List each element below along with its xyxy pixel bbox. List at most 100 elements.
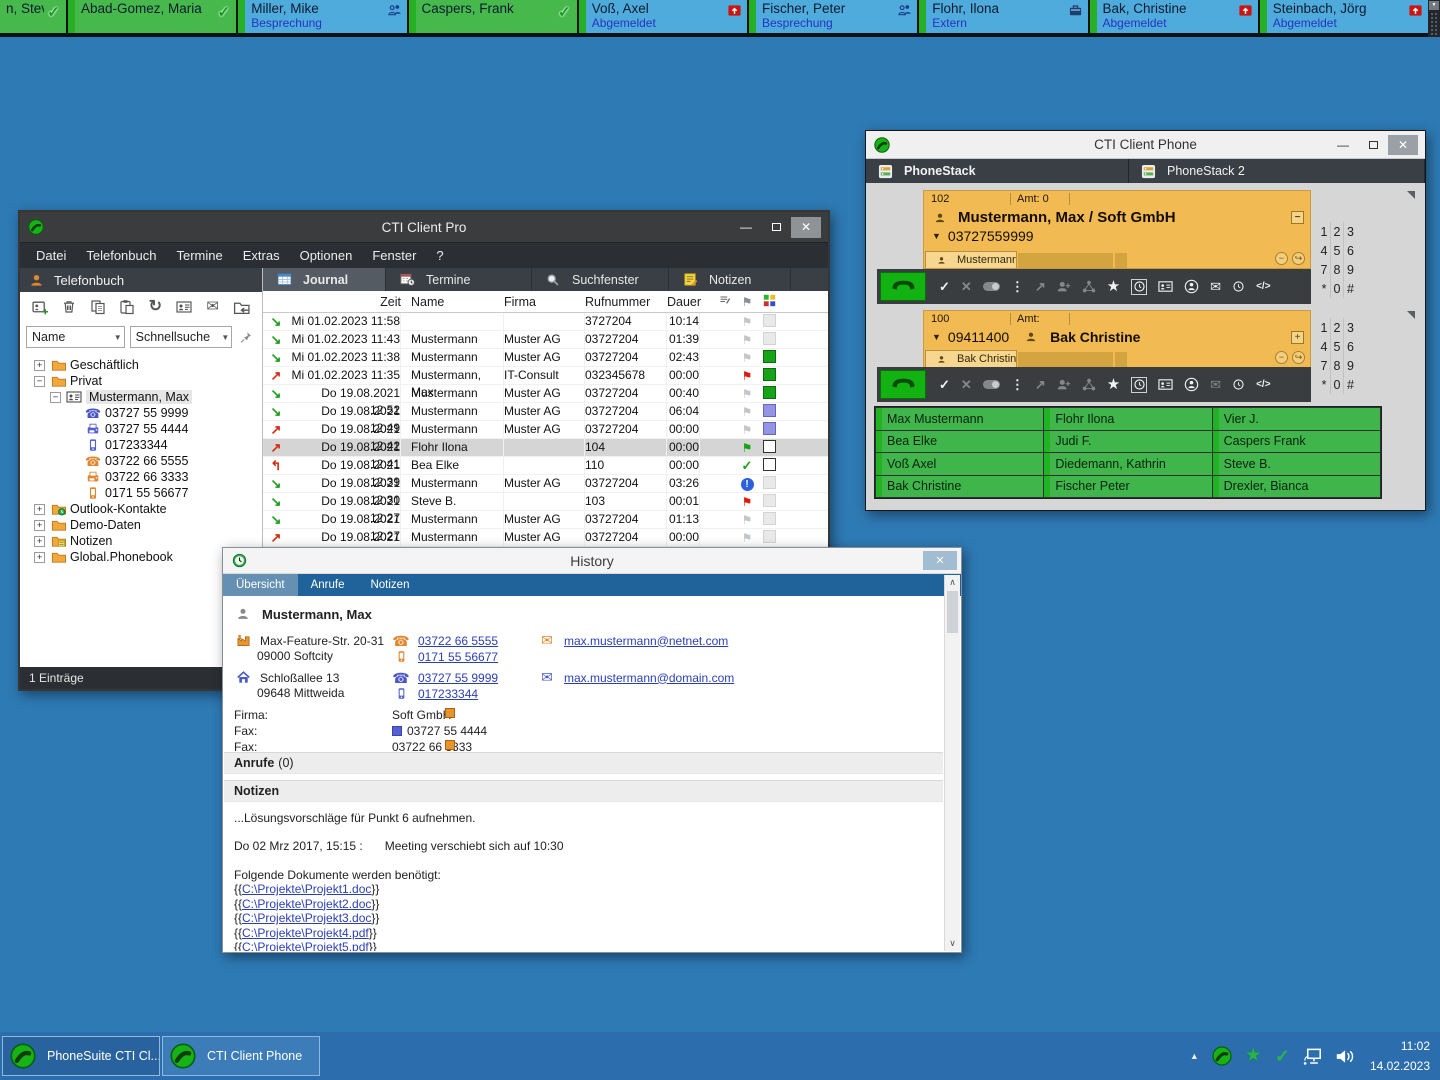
add-participant-icon[interactable] — [1057, 280, 1071, 294]
dialpad-key-3[interactable]: 3 — [1344, 222, 1357, 241]
corner-handle-icon[interactable] — [1407, 191, 1415, 199]
taskbar-button[interactable]: PhoneSuite CTI Cl... — [2, 1036, 160, 1076]
category-icon[interactable] — [758, 404, 780, 420]
tab-phonestack1[interactable]: PhoneStack — [866, 159, 1129, 183]
delete-icon[interactable] — [60, 298, 79, 317]
tree-item[interactable]: 03722 66 3333 — [20, 469, 262, 485]
minimize-icon[interactable]: — — [731, 217, 761, 238]
transfer-icon[interactable]: ↗ — [1035, 378, 1046, 391]
journal-row[interactable]: ↘Mi 01.02.2023 11:43MustermannMuster AG0… — [263, 331, 828, 349]
flag-red-icon[interactable]: ⚑ — [736, 369, 758, 383]
minus-circle-icon[interactable]: − — [1275, 252, 1288, 265]
document-link[interactable]: C:\Projekte\Projekt3.doc — [242, 911, 371, 925]
category-icon[interactable] — [758, 368, 780, 384]
check-icon[interactable]: ✓ — [1275, 1047, 1290, 1065]
dialpad-key-9[interactable]: 9 — [1344, 260, 1357, 279]
category-icon[interactable] — [758, 386, 780, 402]
document-link[interactable]: C:\Projekte\Projekt1.doc — [242, 882, 371, 896]
flag-gray-icon[interactable]: ⚑ — [736, 315, 758, 329]
dialpad-key-9[interactable]: 9 — [1344, 356, 1357, 375]
journal-row[interactable]: ↗Do 19.08.2021 12:42MustermannMuster AG0… — [263, 421, 828, 439]
menu-item-datei[interactable]: Datei — [26, 243, 76, 269]
refresh-icon[interactable]: ↻ — [146, 298, 165, 317]
flag-gray-icon[interactable]: ⚑ — [736, 513, 758, 527]
speed-dial-tile[interactable]: Caspers Frank — [1213, 431, 1380, 453]
journal-row[interactable]: ↰Do 19.08.2021 12:39Bea Elke11000:00✓ — [263, 457, 828, 475]
speed-dial-tile[interactable]: Vier J. — [1213, 408, 1380, 430]
check-green-icon[interactable]: ✓ — [736, 458, 758, 474]
phone-link[interactable]: 03722 66 5555 — [418, 634, 498, 648]
menu-item-fenster[interactable]: Fenster — [362, 243, 426, 269]
conference-icon[interactable] — [1082, 378, 1096, 392]
transfer-icon[interactable]: ↗ — [1035, 280, 1046, 293]
email-link[interactable]: max.mustermann@domain.com — [564, 671, 734, 685]
scroll-thumb[interactable] — [947, 591, 958, 633]
tab-termine[interactable]: Termine — [386, 268, 532, 291]
import-icon[interactable] — [232, 298, 251, 317]
speed-dial-tile[interactable]: Flohr Ilona — [1044, 408, 1211, 430]
journal-row[interactable]: ↘Do 19.08.2021 12:52MustermannMuster AG0… — [263, 385, 828, 403]
category-icon[interactable] — [758, 512, 780, 528]
category-icon[interactable] — [758, 314, 780, 330]
close-icon[interactable]: ✕ — [791, 217, 821, 238]
tree-item[interactable]: +Geschäftlich — [20, 357, 262, 373]
favorite-icon[interactable]: ★ — [1107, 280, 1120, 293]
flag-gray-icon[interactable]: ⚑ — [736, 405, 758, 419]
speed-dial-tile[interactable]: Bak Christine — [876, 476, 1043, 498]
call-tab[interactable]: Mustermann, ... — [925, 251, 1017, 268]
dialpad-key-2[interactable]: 2 — [1331, 318, 1344, 337]
flag-gray-icon[interactable]: ⚑ — [736, 531, 758, 545]
history-icon[interactable] — [1232, 378, 1245, 391]
code-icon[interactable]: </> — [1256, 280, 1270, 293]
quick-search-select[interactable]: Schnellsuche ▼ — [130, 326, 233, 348]
contact-icon[interactable] — [1184, 377, 1199, 392]
favorite-icon[interactable]: ★ — [1107, 378, 1120, 391]
category-icon[interactable] — [758, 440, 780, 456]
expander-icon[interactable]: + — [34, 552, 45, 563]
tab-notizen[interactable]: Notizen — [669, 268, 791, 291]
document-link[interactable]: C:\Projekte\Projekt5.pdf — [242, 940, 369, 951]
hangup-icon[interactable]: ✕ — [961, 378, 972, 391]
tree-item[interactable]: 017233344 — [20, 437, 262, 453]
category-icon[interactable] — [758, 332, 780, 348]
column-header-dauer[interactable]: Dauer — [667, 295, 700, 309]
dialpad-key-8[interactable]: 8 — [1331, 356, 1344, 375]
dialpad-key-5[interactable]: 5 — [1331, 337, 1344, 356]
journal-row[interactable]: ↘Mi 01.02.2023 11:58372720410:14⚑ — [263, 313, 828, 331]
tab-notizen[interactable]: Notizen — [357, 574, 422, 596]
star-icon[interactable]: ★ — [1245, 1047, 1262, 1065]
tab-anrufe[interactable]: Anrufe — [298, 574, 358, 596]
document-link[interactable]: C:\Projekte\Projekt2.doc — [242, 897, 371, 911]
tree-item[interactable]: +Demo-Daten — [20, 517, 262, 533]
add-contact-icon[interactable] — [31, 298, 50, 317]
column-header-name[interactable]: Name — [401, 295, 504, 309]
redirect-icon[interactable]: ↪ — [1292, 252, 1305, 265]
presence-tile[interactable]: Abad-Gomez, Maria✓ — [68, 0, 236, 33]
network-icon[interactable] — [1303, 1047, 1322, 1066]
record-icon[interactable] — [983, 282, 1000, 291]
accept-icon[interactable]: ✓ — [939, 378, 950, 391]
tab-journal[interactable]: Journal — [263, 268, 386, 291]
dialpad-key-#[interactable]: # — [1344, 279, 1357, 298]
menu-item-help[interactable]: ? — [426, 243, 453, 269]
journal-row[interactable]: ↘Do 19.08.2021 12:27MustermannMuster AG0… — [263, 511, 828, 529]
tree-item[interactable]: ☎03722 66 5555 — [20, 453, 262, 469]
tab-phonestack2[interactable]: PhoneStack 2 — [1129, 159, 1425, 183]
speed-dial-tile[interactable]: Judi F. — [1044, 431, 1211, 453]
menu-item-optionen[interactable]: Optionen — [290, 243, 363, 269]
redirect-icon[interactable]: ↪ — [1292, 351, 1305, 364]
tab-suchfenster[interactable]: Suchfenster — [532, 268, 669, 291]
name-filter-select[interactable]: Name ▼ — [26, 326, 125, 348]
hangup-icon[interactable]: ✕ — [961, 280, 972, 293]
expander-icon[interactable]: − — [34, 376, 45, 387]
paste-icon[interactable] — [117, 298, 136, 317]
chevron-down-icon[interactable]: ▼ — [1429, 1, 1439, 10]
answer-call-button[interactable] — [890, 375, 917, 394]
dialpad-key-4[interactable]: 4 — [1318, 241, 1331, 260]
tree-item[interactable]: +Outlook-Kontakte — [20, 501, 262, 517]
expander-icon[interactable]: + — [34, 504, 45, 515]
category-icon[interactable] — [758, 422, 780, 438]
journal-row[interactable]: ↘Do 19.08.2021 12:49MustermannMuster AG0… — [263, 403, 828, 421]
flag-green-icon[interactable]: ⚑ — [736, 441, 758, 455]
more-icon[interactable]: ⋮ — [1011, 280, 1024, 293]
